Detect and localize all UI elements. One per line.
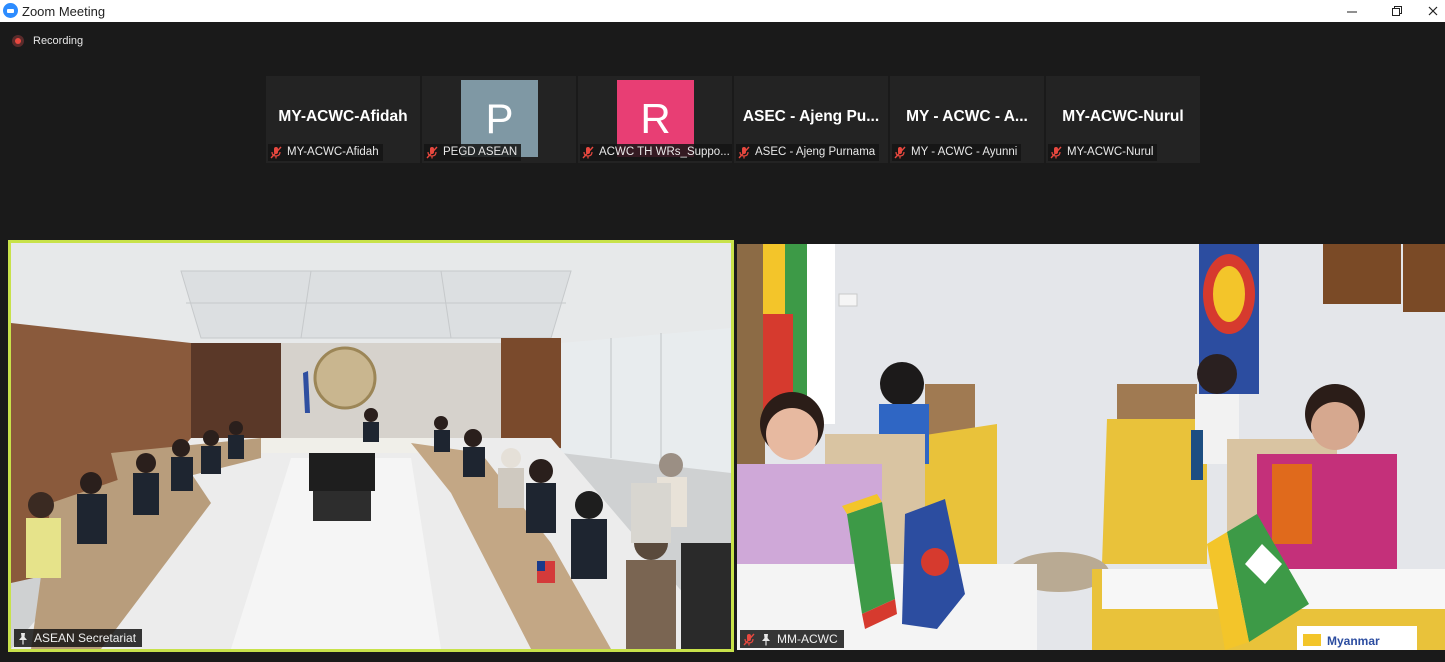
- close-icon: [1428, 6, 1437, 16]
- pin-icon: [762, 633, 770, 645]
- participant-name-label: PEGD ASEAN: [424, 144, 522, 161]
- participant-display-name: MY-ACWC-Afidah: [278, 108, 408, 125]
- participant-tile[interactable]: MY - ACWC - A... MY - ACWC - Ayunni: [890, 76, 1044, 163]
- participant-tile[interactable]: R ACWC TH WRs_Suppo...: [578, 76, 732, 163]
- participant-tile[interactable]: P PEGD ASEAN: [422, 76, 576, 163]
- muted-mic-icon: [582, 146, 594, 159]
- zoom-app-icon: [3, 3, 18, 18]
- participant-name-label: MY-ACWC-Afidah: [268, 144, 383, 161]
- minimize-icon: [1347, 11, 1357, 13]
- window-title: Zoom Meeting: [22, 4, 106, 19]
- recording-icon: [12, 35, 24, 47]
- muted-mic-icon: [270, 146, 282, 159]
- participant-name-label: ACWC TH WRs_Suppo...: [580, 144, 732, 161]
- participant-name-label: MY-ACWC-Nurul: [1048, 144, 1158, 161]
- muted-mic-icon: [738, 146, 750, 159]
- participant-display-name: ASEC - Ajeng Pu...: [742, 108, 880, 125]
- restore-button[interactable]: [1377, 0, 1417, 22]
- participant-name-label: ASEC - Ajeng Purnama: [736, 144, 880, 161]
- participant-tile[interactable]: ASEC - Ajeng Pu... ASEC - Ajeng Purnama: [734, 76, 888, 163]
- mm-acwc-video: Myanmar: [737, 244, 1445, 650]
- muted-mic-icon: [894, 146, 906, 159]
- recording-label: Recording: [33, 35, 84, 47]
- video-asean-secretariat[interactable]: ASEAN Secretariat: [8, 240, 734, 652]
- muted-mic-icon: [743, 633, 755, 645]
- participant-tile[interactable]: MY-ACWC-Nurul MY-ACWC-Nurul: [1046, 76, 1200, 163]
- restore-icon: [1392, 6, 1402, 16]
- recording-indicator[interactable]: Recording: [12, 33, 83, 49]
- minimize-button[interactable]: [1332, 0, 1372, 22]
- nameplate-text: Myanmar: [1327, 634, 1380, 648]
- title-bar: Zoom Meeting: [0, 0, 1445, 22]
- video-name-label: MM-ACWC: [740, 630, 844, 648]
- conference-room-video: [11, 243, 731, 649]
- pin-icon: [19, 632, 27, 644]
- muted-mic-icon: [1050, 146, 1062, 159]
- participant-display-name: MY-ACWC-Nurul: [1062, 108, 1184, 125]
- participant-tile[interactable]: MY-ACWC-Afidah MY-ACWC-Afidah: [266, 76, 420, 163]
- video-mm-acwc[interactable]: Myanmar MM-ACWC: [737, 244, 1445, 650]
- video-name-label: ASEAN Secretariat: [14, 629, 143, 647]
- participant-display-name: MY - ACWC - A...: [906, 108, 1028, 125]
- participant-name-label: MY - ACWC - Ayunni: [892, 144, 1022, 161]
- muted-mic-icon: [426, 146, 438, 159]
- close-button[interactable]: [1420, 0, 1445, 22]
